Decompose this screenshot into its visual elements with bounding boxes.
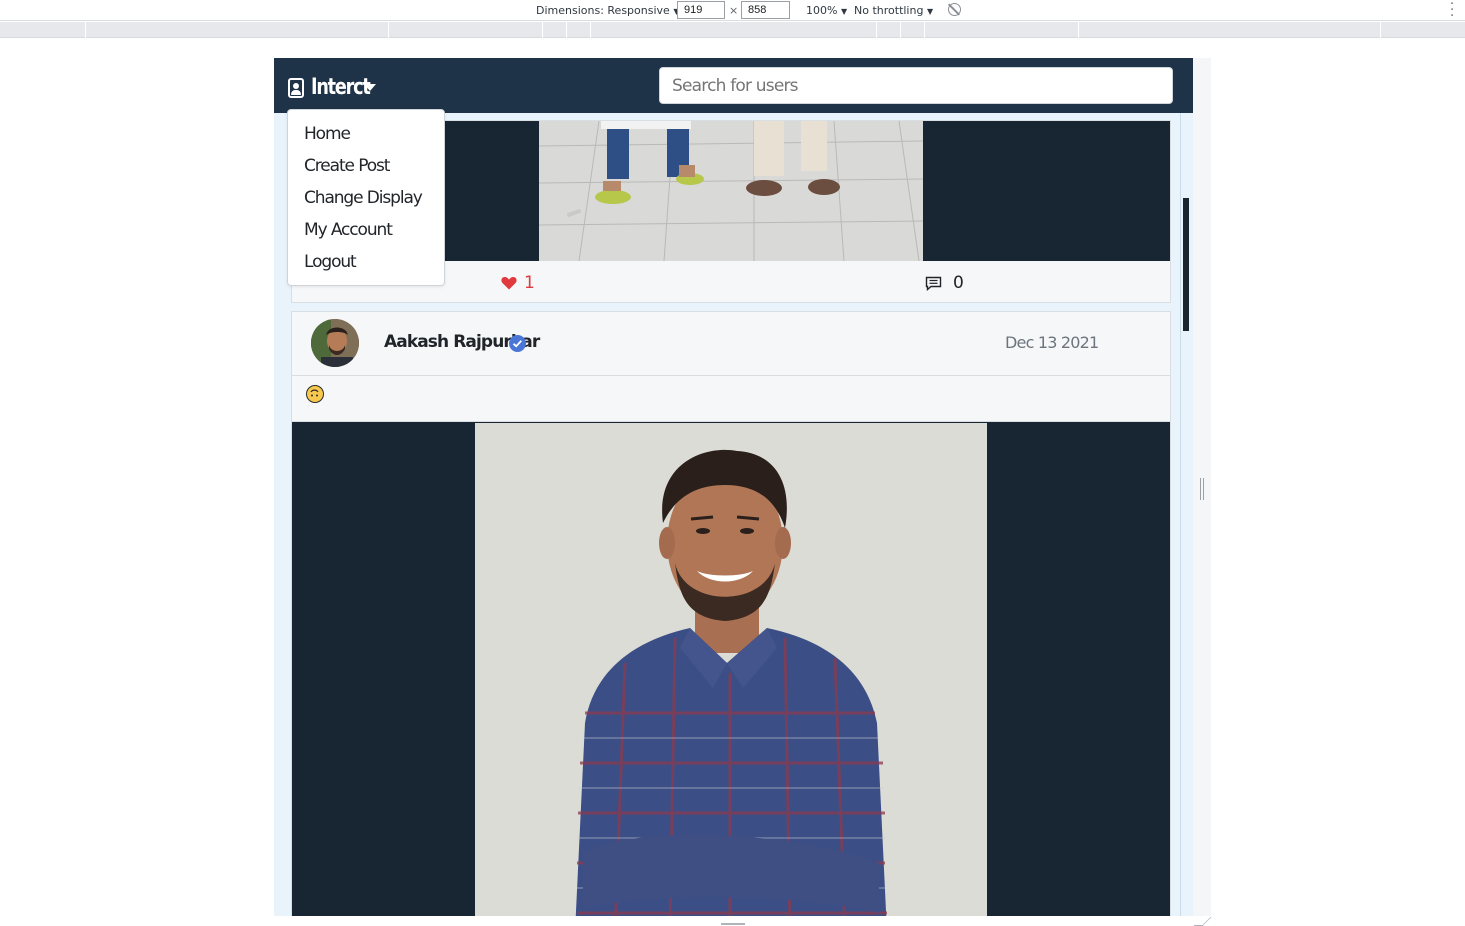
chevron-down-icon: ▼ bbox=[926, 7, 934, 16]
heart-icon[interactable] bbox=[501, 276, 517, 290]
chevron-down-icon: ▼ bbox=[840, 7, 848, 16]
emulated-viewport: Interct Home Create Post Change Display … bbox=[274, 58, 1193, 916]
page-scrollbar-thumb[interactable] bbox=[1183, 198, 1189, 331]
more-options-icon[interactable]: · · · bbox=[1450, 0, 1454, 23]
brand-name: Interct bbox=[311, 75, 371, 100]
post-divider bbox=[292, 375, 1170, 376]
menu-item-change-display[interactable]: Change Display bbox=[288, 182, 444, 214]
post-image[interactable] bbox=[539, 121, 923, 261]
post-date: Dec 13 2021 bbox=[1005, 333, 1099, 352]
dimensions-dropdown[interactable]: Dimensions: Responsive ▼ bbox=[536, 4, 679, 17]
viewport-width-input[interactable] bbox=[677, 1, 725, 19]
zoom-dropdown[interactable]: 100% ▼ bbox=[806, 4, 847, 17]
dimensions-separator: × bbox=[729, 4, 739, 17]
navbar: Interct bbox=[274, 58, 1193, 113]
menu-item-home[interactable]: Home bbox=[288, 118, 444, 150]
verified-badge-icon bbox=[509, 335, 526, 352]
zoom-label: 100% bbox=[806, 4, 838, 17]
contact-badge-icon bbox=[288, 77, 304, 98]
dimensions-label: Dimensions: Responsive bbox=[536, 4, 670, 17]
menu-item-logout[interactable]: Logout bbox=[288, 246, 444, 278]
menu-item-create-post[interactable]: Create Post bbox=[288, 150, 444, 182]
post-card: Aakash Rajpurkar Dec 13 2021 bbox=[291, 311, 1171, 916]
viewport-corner-resize-handle[interactable] bbox=[1193, 917, 1212, 926]
viewport-height-input[interactable] bbox=[741, 1, 790, 19]
media-query-ruler bbox=[0, 22, 1465, 38]
comment-count: 0 bbox=[953, 273, 964, 293]
brand-menu-toggle[interactable]: Interct bbox=[288, 75, 376, 100]
post-image[interactable] bbox=[475, 423, 987, 916]
viewport-resize-handle[interactable] bbox=[1200, 478, 1204, 500]
avatar[interactable] bbox=[311, 319, 359, 367]
search-users-input[interactable] bbox=[659, 67, 1173, 104]
menu-item-my-account[interactable]: My Account bbox=[288, 214, 444, 246]
post-image-backdrop bbox=[292, 422, 1170, 916]
rotate-icon[interactable] bbox=[948, 3, 961, 16]
like-count: 1 bbox=[524, 273, 535, 293]
upside-down-face-icon bbox=[306, 385, 324, 403]
throttling-dropdown[interactable]: No throttling ▼ bbox=[854, 4, 933, 17]
throttling-label: No throttling bbox=[854, 4, 924, 17]
devtools-device-toolbar: Dimensions: Responsive ▼ × 100% ▼ No thr… bbox=[0, 0, 1465, 23]
feed-right-border bbox=[1180, 113, 1181, 916]
comment-icon[interactable] bbox=[925, 276, 942, 291]
viewport-bottom-resize-handle[interactable] bbox=[721, 923, 745, 925]
brand-dropdown-menu: Home Create Post Change Display My Accou… bbox=[287, 109, 445, 286]
